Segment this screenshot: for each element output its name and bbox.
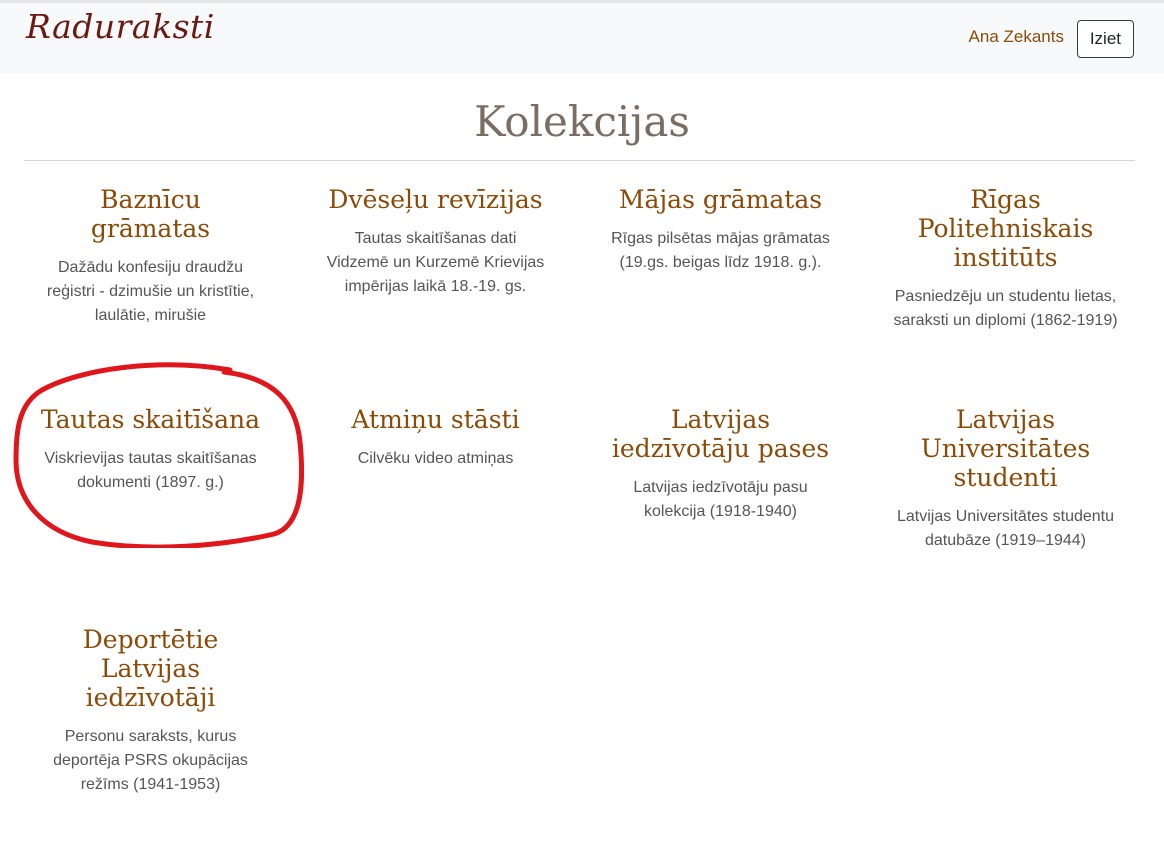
collection-card-passports: Latvijas iedzīvotāju pases Latvijas iedz… <box>578 405 863 625</box>
collection-title-link[interactable]: Deportētie Latvijas iedzīvotāji <box>38 625 263 712</box>
collection-description: Rīgas pilsētas mājas grāmatas (19.gs. be… <box>611 230 830 271</box>
collection-title-link[interactable]: Latvijas Universitātes studenti <box>893 405 1118 492</box>
collection-card-soul-revisions: Dvēseļu revīzijas Tautas skaitīšanas dat… <box>293 185 578 405</box>
collection-title-link[interactable]: Baznīcu grāmatas <box>38 185 263 243</box>
page-title: Kolekcijas <box>474 97 690 146</box>
collection-title-link[interactable]: Mājas grāmatas <box>608 185 833 214</box>
collection-title-link[interactable]: Tautas skaitīšana <box>38 405 263 434</box>
navbar: Raduraksti Ana Zekants Iziet <box>0 0 1164 73</box>
collection-card-deported: Deportētie Latvijas iedzīvotāji Personu … <box>8 625 293 845</box>
collections-grid: Baznīcu grāmatas Dažādu konfesiju draudž… <box>8 185 1148 845</box>
title-divider <box>24 160 1135 161</box>
collection-description: Viskrievijas tautas skaitīšanas dokument… <box>44 450 257 491</box>
collection-card-church-books: Baznīcu grāmatas Dažādu konfesiju draudž… <box>8 185 293 405</box>
collection-description: Latvijas iedzīvotāju pasu kolekcija (191… <box>633 479 808 520</box>
collection-card-census: Tautas skaitīšana Viskrievijas tautas sk… <box>8 405 293 625</box>
collection-description: Tautas skaitīšanas dati Vidzemē un Kurze… <box>326 230 545 295</box>
user-name-link[interactable]: Ana Zekants <box>969 27 1064 47</box>
collection-title-link[interactable]: Dvēseļu revīzijas <box>323 185 548 214</box>
collection-card-riga-polytechnic: Rīgas Politehniskais institūts Pasniedzē… <box>863 185 1148 405</box>
collection-card-university-students: Latvijas Universitātes studenti Latvijas… <box>863 405 1148 625</box>
collection-description: Cilvēku video atmiņas <box>357 450 514 467</box>
collection-title-link[interactable]: Latvijas iedzīvotāju pases <box>608 405 833 463</box>
collection-description: Pasniedzēju un studentu lietas, saraksti… <box>893 288 1118 329</box>
collection-description: Personu saraksts, kurus deportēja PSRS o… <box>53 728 248 793</box>
collection-title-link[interactable]: Rīgas Politehniskais institūts <box>893 185 1118 272</box>
collection-card-house-books: Mājas grāmatas Rīgas pilsētas mājas grām… <box>578 185 863 405</box>
collection-title-link[interactable]: Atmiņu stāsti <box>323 405 548 434</box>
collection-card-memory-stories: Atmiņu stāsti Cilvēku video atmiņas <box>293 405 578 625</box>
collection-description: Dažādu konfesiju draudžu reģistri - dzim… <box>46 259 255 324</box>
site-logo[interactable]: Raduraksti <box>26 7 215 47</box>
logout-button[interactable]: Iziet <box>1076 20 1134 58</box>
collection-description: Latvijas Universitātes studentu datubāze… <box>897 508 1114 549</box>
